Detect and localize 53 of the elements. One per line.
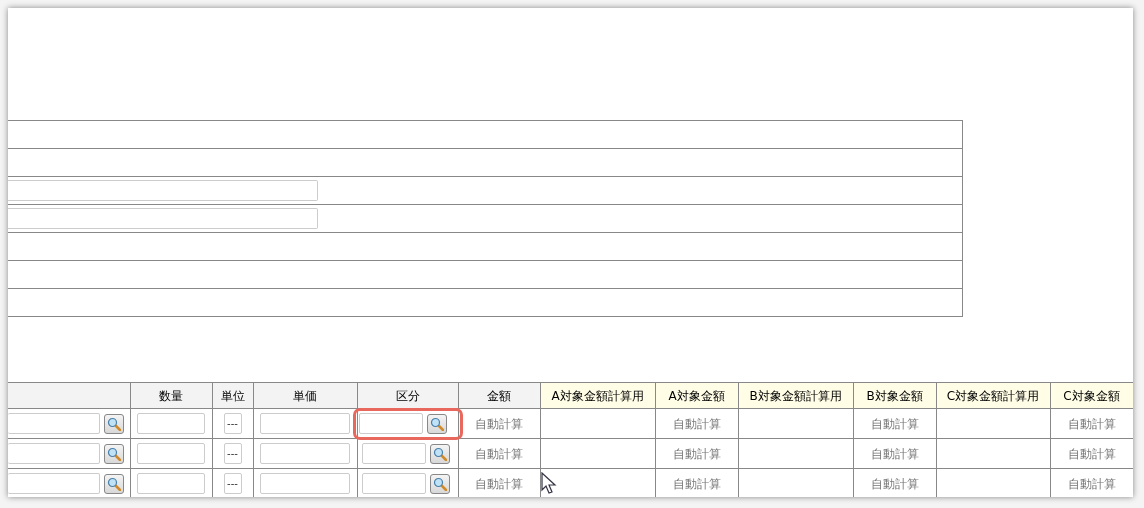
auto-calc-text: 自動計算 [870, 446, 919, 461]
auto-calc-text: 自動計算 [672, 476, 721, 491]
input-field[interactable] [361, 443, 426, 464]
auto-calc-text: 自動計算 [672, 416, 721, 431]
search-icon [107, 446, 121, 461]
auto-calc-text: 自動計算 [870, 416, 919, 431]
auto-calc-text: 自動計算 [1067, 476, 1116, 491]
auto-calc-text: 自動計算 [672, 446, 721, 461]
column-header: 数量 [130, 382, 212, 409]
unit-dropdown[interactable]: --- [223, 473, 242, 494]
column-header: C対象金額計算用 [936, 382, 1050, 409]
input-field[interactable] [361, 473, 426, 494]
column-header: C対象金額 [1050, 382, 1133, 409]
search-icon [429, 416, 444, 431]
search-icon [107, 476, 121, 491]
input-field[interactable] [137, 413, 205, 434]
search-icon [107, 416, 121, 431]
auto-calc-text: 自動計算 [870, 476, 919, 491]
column-header: B対象金額計算用 [738, 382, 853, 409]
input-field[interactable] [358, 413, 423, 434]
auto-calc-text: 自動計算 [1067, 416, 1116, 431]
unit-dropdown[interactable]: --- [223, 443, 242, 464]
column-header: A対象金額計算用 [540, 382, 655, 409]
auto-calc-text: 自動計算 [475, 416, 523, 431]
column-header: 単位 [212, 382, 253, 409]
input-field[interactable] [8, 473, 100, 494]
auto-calc-text: 自動計算 [1067, 446, 1116, 461]
column-header: B対象金額 [853, 382, 936, 409]
search-button[interactable] [104, 413, 124, 434]
search-button[interactable] [429, 473, 450, 494]
search-button[interactable] [426, 413, 447, 434]
input-field[interactable] [260, 443, 350, 464]
input-field[interactable] [137, 443, 205, 464]
column-header: 単価 [253, 382, 357, 409]
input-field[interactable] [260, 473, 350, 494]
input-field[interactable] [8, 180, 318, 201]
input-field[interactable] [137, 473, 205, 494]
search-button[interactable] [104, 443, 124, 464]
input-field[interactable] [8, 413, 100, 434]
input-field[interactable] [260, 413, 350, 434]
column-header: A対象金額 [655, 382, 738, 409]
search-icon [432, 446, 447, 461]
column-header: 区分 [357, 382, 458, 409]
search-button[interactable] [104, 473, 124, 494]
cursor-icon [541, 472, 557, 494]
unit-dropdown[interactable]: --- [223, 413, 242, 434]
search-button[interactable] [429, 443, 450, 464]
search-icon [432, 476, 447, 491]
column-header: 金額 [458, 382, 540, 409]
auto-calc-text: 自動計算 [475, 446, 523, 461]
input-field[interactable] [8, 443, 100, 464]
input-field[interactable] [8, 208, 318, 229]
auto-calc-text: 自動計算 [475, 476, 523, 491]
